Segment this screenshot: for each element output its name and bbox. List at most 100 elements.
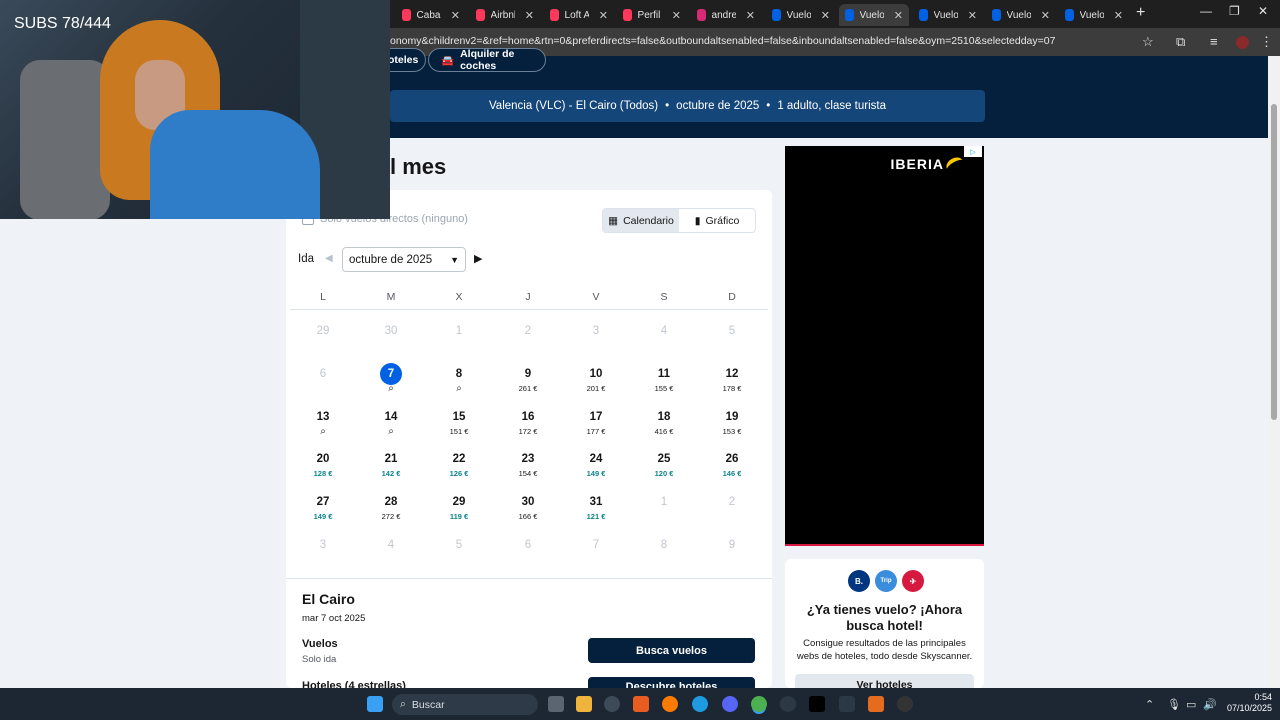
clock-date: 07/10/2025 (1226, 703, 1272, 713)
calendar-day[interactable]: 16 172 € (498, 408, 558, 438)
webcam-person-blanket (150, 110, 320, 219)
calendar-view-button[interactable]: ▦ Calendario (603, 209, 679, 232)
app-icon[interactable] (868, 696, 884, 712)
browser-tab[interactable]: Airbnb ✕ (470, 4, 540, 26)
calendar-day[interactable]: 22 126 € (429, 450, 489, 480)
calendar-divider (290, 309, 768, 310)
calendar-day[interactable]: 15 151 € (429, 408, 489, 438)
previous-month-icon[interactable]: ◀ (325, 253, 333, 264)
tab-close-icon[interactable]: ✕ (1041, 9, 1050, 22)
calendar-day[interactable]: 7 ⌕ (361, 363, 421, 395)
obs-icon[interactable] (780, 696, 796, 712)
day-number: 7 (592, 539, 600, 551)
brave-icon[interactable] (662, 696, 678, 712)
chevron-up-icon[interactable]: ⌃ (1145, 698, 1154, 711)
tab-close-icon[interactable]: ✕ (968, 9, 977, 22)
calendar-day[interactable]: 10 201 € (566, 365, 626, 395)
volume-icon[interactable]: 🔊 (1203, 698, 1217, 711)
discover-hotels-button[interactable]: Descubre hoteles (588, 677, 755, 688)
selected-date: mar 7 oct 2025 (302, 613, 366, 624)
extensions-icon[interactable]: ⧉ (1176, 34, 1185, 50)
maximize-icon[interactable]: ❐ (1229, 4, 1240, 18)
calendar-day[interactable]: 30 166 € (498, 493, 558, 523)
browser-tab[interactable]: Cabañ ✕ (396, 4, 466, 26)
calendar-day[interactable]: 14 ⌕ (361, 408, 421, 438)
calendar-day[interactable]: 13 ⌕ (293, 408, 353, 438)
task-view-icon[interactable] (548, 696, 564, 712)
microphone-icon[interactable]: 🎙 (1167, 698, 1181, 711)
day-number: 14 (384, 411, 398, 423)
browser-tab[interactable]: andrea ✕ (691, 4, 761, 26)
edge-icon[interactable] (692, 696, 708, 712)
calendar-day[interactable]: 31 121 € (566, 493, 626, 523)
car-rental-tab[interactable]: 🚘 Alquiler de coches (428, 48, 546, 72)
tab-close-icon[interactable]: ✕ (1114, 9, 1123, 22)
scrollbar-thumb[interactable] (1271, 104, 1277, 420)
tab-close-icon[interactable]: ✕ (525, 9, 534, 22)
day-number: 15 (452, 411, 466, 423)
browser-tab[interactable]: Vuelos ✕ (1059, 4, 1129, 26)
calendar-day[interactable]: 17 177 € (566, 408, 626, 438)
adchoices-icon[interactable]: ▷ (964, 146, 982, 157)
calendar-day[interactable]: 12 178 € (702, 365, 762, 395)
day-number: 27 (316, 496, 330, 508)
day-number: 30 (521, 496, 535, 508)
close-window-icon[interactable]: ✕ (1258, 4, 1268, 18)
search-flights-button[interactable]: Busca vuelos (588, 638, 755, 663)
chart-view-button[interactable]: ▮ Gráfico (679, 209, 755, 232)
browser-tab[interactable]: Perfil d ✕ (617, 4, 687, 26)
tab-close-icon[interactable]: ✕ (451, 9, 460, 22)
menu-icon[interactable]: ⋮ (1260, 34, 1273, 50)
calendar-day[interactable]: 18 416 € (634, 408, 694, 438)
calendar-day[interactable]: 9 261 € (498, 365, 558, 395)
browser-tab[interactable]: Vuelos ✕ (913, 4, 983, 26)
new-tab-button[interactable]: + (1136, 4, 1145, 22)
display-icon[interactable]: ▭ (1186, 698, 1196, 711)
file-explorer-icon[interactable] (576, 696, 592, 712)
tab-close-icon[interactable]: ✕ (746, 9, 755, 22)
media-player-icon[interactable] (897, 696, 913, 712)
url-text[interactable]: onomy&childrenv2=&ref=home&rtn=0&preferd… (390, 35, 1055, 47)
calendar-day[interactable]: 24 149 € (566, 450, 626, 480)
calendar-day[interactable]: 25 120 € (634, 450, 694, 480)
calendar-day[interactable]: 28 272 € (361, 493, 421, 523)
calendar-day[interactable]: 11 155 € (634, 365, 694, 395)
month-select[interactable]: octubre de 2025 ▼ (342, 247, 466, 272)
app-icon[interactable] (604, 696, 620, 712)
app-icon[interactable] (839, 696, 855, 712)
taskbar-clock[interactable]: 0:54 07/10/2025 (1224, 692, 1272, 714)
next-month-icon[interactable]: ▶ (474, 252, 482, 265)
media-control-icon[interactable]: ≡ (1210, 34, 1218, 49)
chrome-icon[interactable] (751, 696, 767, 712)
calendar-day[interactable]: 8 ⌕ (429, 365, 489, 395)
day-number: 5 (728, 325, 736, 337)
office-icon[interactable] (633, 696, 649, 712)
calendar-day[interactable]: 29 119 € (429, 493, 489, 523)
chart-view-label: Gráfico (705, 214, 740, 227)
browser-tab[interactable]: Loft Ap ✕ (544, 4, 614, 26)
calendar-day[interactable]: 23 154 € (498, 450, 558, 480)
search-summary-bar[interactable]: Valencia (VLC) - El Cairo (Todos) • octu… (390, 90, 985, 122)
calendar-day[interactable]: 27 149 € (293, 493, 353, 523)
tiktok-icon[interactable] (809, 696, 825, 712)
day-number: 2 (524, 325, 532, 337)
windows-start-icon[interactable] (367, 696, 383, 712)
calendar-day[interactable]: 19 153 € (702, 408, 762, 438)
tab-close-icon[interactable]: ✕ (821, 9, 830, 22)
discord-icon[interactable] (722, 696, 738, 712)
tab-close-icon[interactable]: ✕ (894, 9, 903, 22)
minimize-icon[interactable]: — (1200, 4, 1212, 18)
taskbar-search[interactable]: ⌕ Buscar (392, 694, 538, 715)
calendar-day[interactable]: 20 128 € (293, 450, 353, 480)
calendar-day[interactable]: 21 142 € (361, 450, 421, 480)
profile-avatar[interactable] (1236, 36, 1249, 49)
tab-close-icon[interactable]: ✕ (672, 9, 681, 22)
day-number: 24 (589, 453, 603, 465)
advertisement[interactable]: IBERIA ▷ (785, 146, 984, 546)
tab-close-icon[interactable]: ✕ (599, 9, 608, 22)
browser-tab[interactable]: Vuelos ✕ (766, 4, 836, 26)
browser-tab[interactable]: Vuelos ✕ (839, 4, 909, 26)
calendar-day[interactable]: 26 146 € (702, 450, 762, 480)
bookmark-star-icon[interactable]: ☆ (1142, 34, 1154, 50)
browser-tab[interactable]: Vuelos ✕ (986, 4, 1056, 26)
